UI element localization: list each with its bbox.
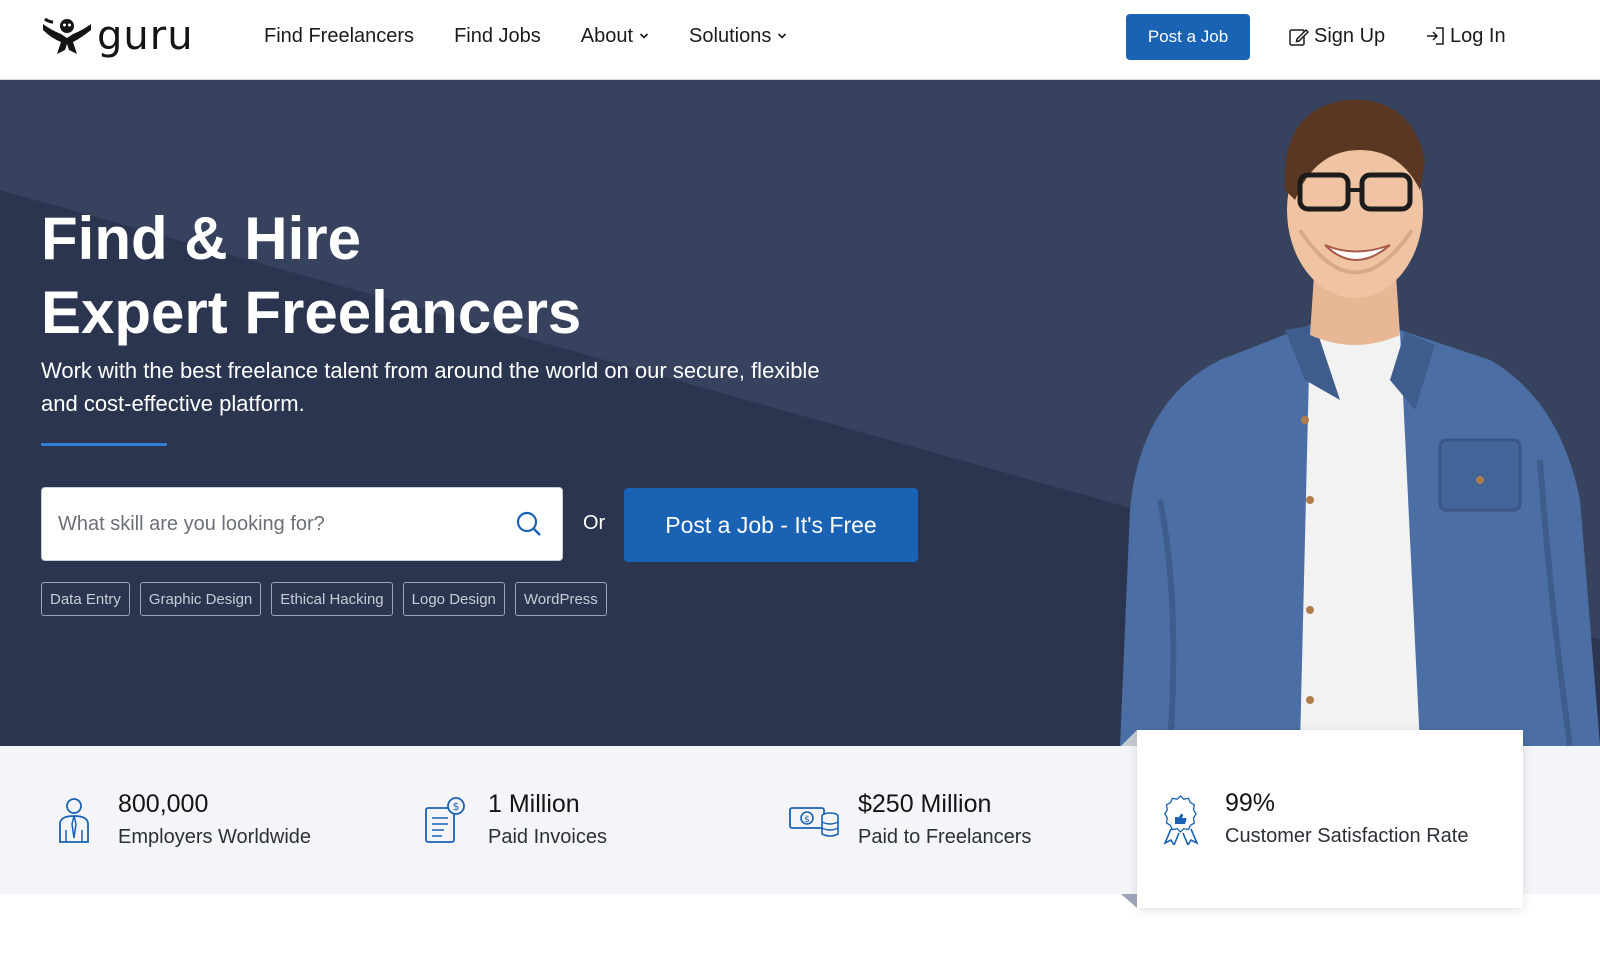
- card-fold-top: [1121, 730, 1137, 746]
- post-job-free-button[interactable]: Post a Job - It's Free: [624, 488, 918, 562]
- hero-title-line1: Find & Hire: [41, 205, 362, 272]
- nav-find-jobs[interactable]: Find Jobs: [454, 22, 541, 50]
- logo-mark-icon: [43, 17, 91, 54]
- login-icon: [1427, 27, 1444, 45]
- stat-label: Customer Satisfaction Rate: [1225, 825, 1469, 847]
- stat-text: 99% Customer Satisfaction Rate: [1225, 787, 1468, 851]
- skill-search-input[interactable]: [42, 488, 514, 560]
- svg-text:$: $: [804, 815, 810, 825]
- skill-search-box: [41, 487, 563, 561]
- guru-logo[interactable]: guru: [41, 16, 194, 56]
- log-in-label: Log In: [1450, 25, 1506, 47]
- top-navigation: guru Find Freelancers Find Jobs About So…: [0, 0, 1600, 80]
- nav-solutions-dropdown[interactable]: Solutions: [689, 22, 787, 50]
- skill-tag[interactable]: Graphic Design: [139, 582, 262, 616]
- skill-tag[interactable]: Ethical Hacking: [271, 582, 393, 616]
- edit-icon: [1289, 28, 1310, 46]
- hero-title-line2: Expert Freelancers: [41, 279, 582, 346]
- hero-subtitle: Work with the best freelance talent from…: [41, 358, 820, 416]
- stat-label: Paid Invoices: [488, 826, 607, 848]
- stat-employers: 800,000 Employers Worldwide: [48, 746, 311, 894]
- stat-text: 1 Million Paid Invoices: [488, 788, 607, 852]
- logo-text: guru: [97, 13, 194, 59]
- stat-value: 800,000: [118, 790, 209, 818]
- employer-icon: [59, 798, 89, 843]
- sign-up-link[interactable]: Sign Up: [1288, 22, 1385, 50]
- stat-label: Paid to Freelancers: [858, 826, 1032, 848]
- stat-label: Employers Worldwide: [118, 826, 312, 848]
- hero-section: Find & Hire Expert Freelancers Work with…: [0, 80, 1600, 746]
- svg-text:$: $: [453, 800, 460, 813]
- main-nav: Find Freelancers Find Jobs About Solutio…: [264, 22, 787, 50]
- invoice-icon: $: [425, 797, 465, 843]
- post-job-button[interactable]: Post a Job: [1126, 14, 1250, 60]
- stat-value: $250 Million: [858, 790, 992, 818]
- stat-satisfaction-card: 99% Customer Satisfaction Rate: [1137, 730, 1523, 908]
- nav-about-dropdown[interactable]: About: [581, 22, 649, 50]
- log-in-link[interactable]: Log In: [1424, 22, 1506, 50]
- nav-label: About: [580, 25, 634, 47]
- stat-value: 1 Million: [488, 790, 580, 818]
- stat-text: $250 Million Paid to Freelancers: [858, 788, 1031, 852]
- stat-paid-freelancers: $ $250 Million Paid to Freelancers: [788, 746, 1031, 894]
- nav-label: Find Jobs: [454, 25, 541, 47]
- chevron-down-icon: [778, 33, 787, 39]
- nav-label: Solutions: [689, 25, 772, 47]
- smiling-man-photo: [1120, 99, 1600, 746]
- search-icon[interactable]: [514, 509, 544, 539]
- money-icon: $: [789, 807, 839, 837]
- stat-invoices: $ 1 Million Paid Invoices: [418, 746, 607, 894]
- skill-tag[interactable]: WordPress: [514, 582, 607, 616]
- stat-text: 800,000 Employers Worldwide: [118, 788, 311, 852]
- nav-label: Find Freelancers: [264, 25, 415, 47]
- skill-tag[interactable]: Logo Design: [402, 582, 505, 616]
- popular-skill-tags: Data Entry Graphic Design Ethical Hackin…: [41, 582, 607, 616]
- sign-up-label: Sign Up: [1314, 25, 1386, 47]
- hero-title: Find & Hire Expert Freelancers: [41, 202, 581, 350]
- stat-value: 99%: [1225, 789, 1276, 817]
- skill-tag[interactable]: Data Entry: [41, 582, 130, 616]
- card-fold-bottom: [1121, 894, 1137, 908]
- or-label: Or: [583, 512, 606, 534]
- chevron-down-icon: [639, 33, 649, 39]
- award-icon: [1163, 794, 1199, 845]
- hero-accent-line: [41, 443, 167, 446]
- nav-find-freelancers[interactable]: Find Freelancers: [264, 22, 414, 50]
